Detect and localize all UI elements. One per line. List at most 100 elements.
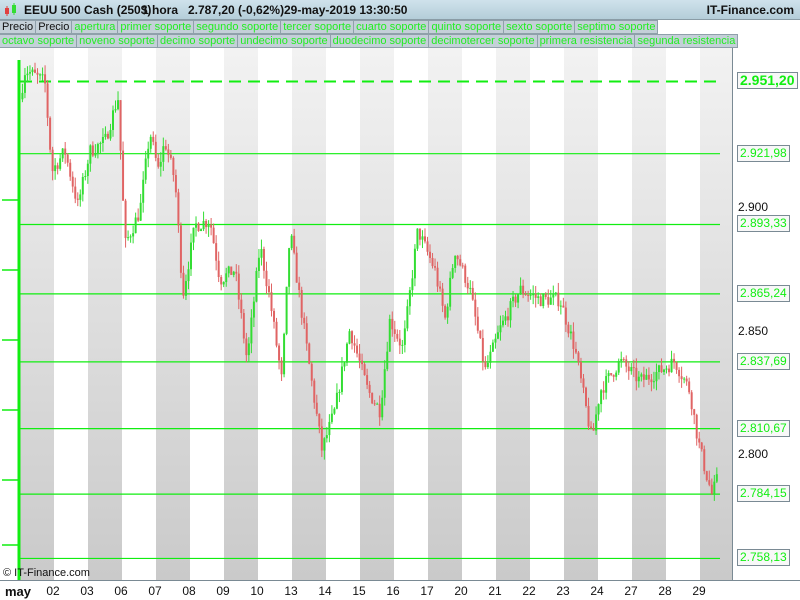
candle	[539, 293, 542, 307]
date-label: 07	[148, 584, 162, 598]
date-label: 23	[556, 584, 570, 598]
candle	[547, 289, 550, 308]
candle	[122, 141, 125, 201]
date-label: may	[4, 584, 32, 599]
chart-plot-area[interactable]	[0, 48, 733, 580]
price-chart[interactable]	[0, 48, 733, 580]
level-label: 2.865,24	[737, 284, 790, 302]
candle	[557, 282, 560, 311]
candle	[61, 148, 64, 162]
legend-item[interactable]: noveno soporte	[77, 34, 158, 48]
candle	[84, 170, 87, 181]
candle	[325, 426, 328, 443]
legend-item[interactable]: quinto soporte	[429, 20, 505, 34]
candle	[489, 344, 492, 369]
candle	[59, 154, 62, 171]
candle	[340, 357, 343, 395]
level-label: 2.893,33	[737, 215, 790, 233]
candle	[288, 247, 291, 294]
candle	[242, 308, 245, 344]
legend-item[interactable]: apertura	[72, 20, 119, 34]
candle	[283, 332, 286, 378]
legend-item[interactable]: primer soporte	[118, 20, 195, 34]
candle	[413, 244, 416, 287]
candle	[411, 269, 414, 297]
candle	[265, 261, 268, 295]
level-label: 2.951,20	[737, 71, 798, 89]
candle	[69, 159, 72, 181]
candle	[388, 314, 391, 352]
date-label: 20	[454, 584, 468, 598]
date-label: 10	[250, 584, 264, 598]
date-label: 13	[284, 584, 298, 598]
date-label: 27	[624, 584, 638, 598]
candle	[610, 373, 613, 377]
date-label: 21	[488, 584, 502, 598]
candle	[627, 361, 630, 380]
legend-row-2: octavo soporte noveno soporte decimo sopor…	[0, 34, 739, 48]
instrument-name: EEUU 500 Cash (250$)	[24, 3, 152, 17]
legend-item[interactable]: decimotercer soporte	[429, 34, 538, 48]
price-tick-label: 2.900	[738, 200, 769, 214]
candle	[668, 364, 671, 377]
date-label: 16	[386, 584, 400, 598]
candle	[280, 357, 283, 382]
candle	[401, 339, 404, 354]
legend-item[interactable]: duodecimo soporte	[330, 34, 430, 48]
candle	[348, 328, 351, 345]
candle	[139, 193, 142, 222]
candle	[423, 228, 426, 244]
copyright: © IT-Finance.com	[3, 567, 90, 579]
candle	[675, 361, 678, 374]
candle	[612, 374, 615, 382]
candle	[693, 408, 696, 425]
candle	[393, 320, 396, 342]
legend-item[interactable]: tercer soporte	[281, 20, 355, 34]
date-label: 17	[420, 584, 434, 598]
candle	[549, 290, 552, 305]
legend-item[interactable]: undecimo soporte	[238, 34, 331, 48]
legend-item[interactable]: segunda resistencia	[635, 34, 739, 48]
candle	[444, 304, 447, 320]
candle	[554, 291, 557, 297]
level-label: 2.758,13	[737, 549, 790, 567]
candle	[416, 228, 419, 252]
candle	[230, 266, 233, 275]
timeframe: 1 hora	[142, 3, 179, 17]
date-label: 02	[46, 584, 60, 598]
candle	[479, 330, 482, 339]
candle	[255, 267, 258, 303]
candle	[605, 369, 608, 400]
candle	[273, 308, 276, 329]
candle	[630, 363, 633, 375]
day-band	[700, 48, 732, 580]
legend-item[interactable]: primera resistencia	[537, 34, 636, 48]
day-band	[564, 48, 598, 580]
candle	[620, 351, 623, 368]
legend-item[interactable]: octavo soporte	[0, 34, 78, 48]
candle	[559, 300, 562, 315]
candle	[469, 280, 472, 294]
candle	[205, 218, 208, 234]
candle	[695, 413, 698, 446]
level-label: 2.810,67	[737, 419, 790, 437]
legend-item[interactable]: septimo soporte	[575, 20, 659, 34]
legend-item[interactable]: segundo soporte	[194, 20, 282, 34]
date-label: 06	[114, 584, 128, 598]
candle	[491, 339, 494, 352]
legend-item[interactable]: decimo soporte	[158, 34, 239, 48]
candle	[353, 335, 356, 353]
legend-item[interactable]: sexto soporte	[504, 20, 576, 34]
legend-item[interactable]: Precio	[0, 20, 37, 34]
legend-item[interactable]: Precio	[36, 20, 73, 34]
date-label: 15	[352, 584, 366, 598]
candle	[333, 407, 336, 415]
date-label: 09	[216, 584, 230, 598]
candle	[602, 381, 605, 400]
candle	[474, 292, 477, 326]
legend-item[interactable]: cuarto soporte	[354, 20, 430, 34]
candle	[330, 405, 333, 424]
candle	[270, 283, 273, 317]
price-tick-label: 2.850	[738, 323, 769, 338]
candle	[179, 222, 182, 279]
